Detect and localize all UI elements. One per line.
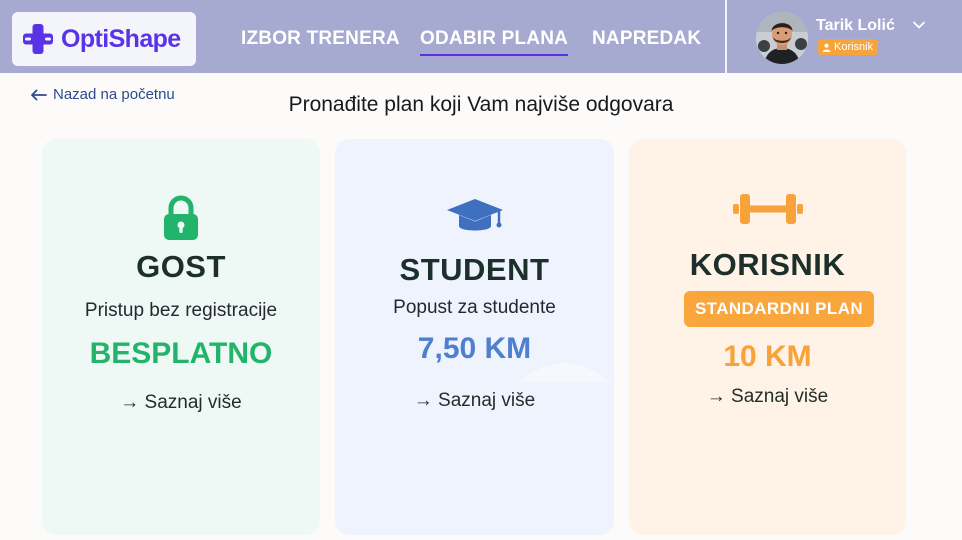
- plan-price: 10 KM: [723, 340, 812, 373]
- plan-card-gost[interactable]: GOST Pristup bez registracije BESPLATNO …: [42, 139, 320, 535]
- cross-logo-icon: [23, 24, 53, 54]
- plan-card-student[interactable]: STUDENT Popust za studente 7,50 KM → Saz…: [335, 139, 614, 535]
- plan-name: KORISNIK: [689, 247, 846, 282]
- user-name: Tarik Lolić: [816, 17, 895, 34]
- app-name: OptiShape: [61, 24, 181, 53]
- lock-icon: [164, 195, 198, 240]
- nav-izbor-trenera[interactable]: IZBOR TRENERA: [241, 28, 400, 50]
- dumbbell-icon: [732, 194, 803, 224]
- plan-name: GOST: [136, 249, 226, 284]
- page-title: Pronađite plan koji Vam najviše odgovara: [288, 93, 674, 116]
- top-navbar: OptiShape IZBOR TRENERA ODABIR PLANA NAP…: [0, 0, 962, 73]
- plan-card-korisnik[interactable]: KORISNIK STANDARDNI PLAN 10 KM → Saznaj …: [629, 139, 906, 535]
- plan-price: BESPLATNO: [89, 337, 273, 370]
- avatar: [756, 12, 808, 64]
- user-icon: [822, 43, 831, 52]
- graduation-cap-icon: [446, 199, 503, 231]
- plan-description: Popust za studente: [393, 297, 556, 318]
- nav-odabir-plana[interactable]: ODABIR PLANA: [420, 28, 569, 56]
- role-badge: Korisnik: [818, 39, 879, 55]
- plan-description: Pristup bez registracije: [84, 300, 278, 321]
- learn-more-link[interactable]: → Saznaj više: [42, 392, 320, 414]
- role-label: Korisnik: [834, 41, 874, 53]
- decorative-wave: [517, 362, 611, 382]
- app-logo[interactable]: OptiShape: [12, 12, 196, 66]
- learn-more-link[interactable]: → Saznaj više: [629, 386, 906, 408]
- header-divider: [725, 0, 727, 73]
- user-profile-menu[interactable]: Tarik Lolić Korisnik: [756, 12, 931, 64]
- nav-napredak[interactable]: NAPREDAK: [592, 28, 701, 50]
- plan-name: STUDENT: [399, 252, 550, 287]
- learn-more-link[interactable]: → Saznaj više: [335, 390, 614, 412]
- chevron-down-icon[interactable]: [912, 20, 926, 30]
- plan-tag-badge: STANDARDNI PLAN: [684, 291, 874, 327]
